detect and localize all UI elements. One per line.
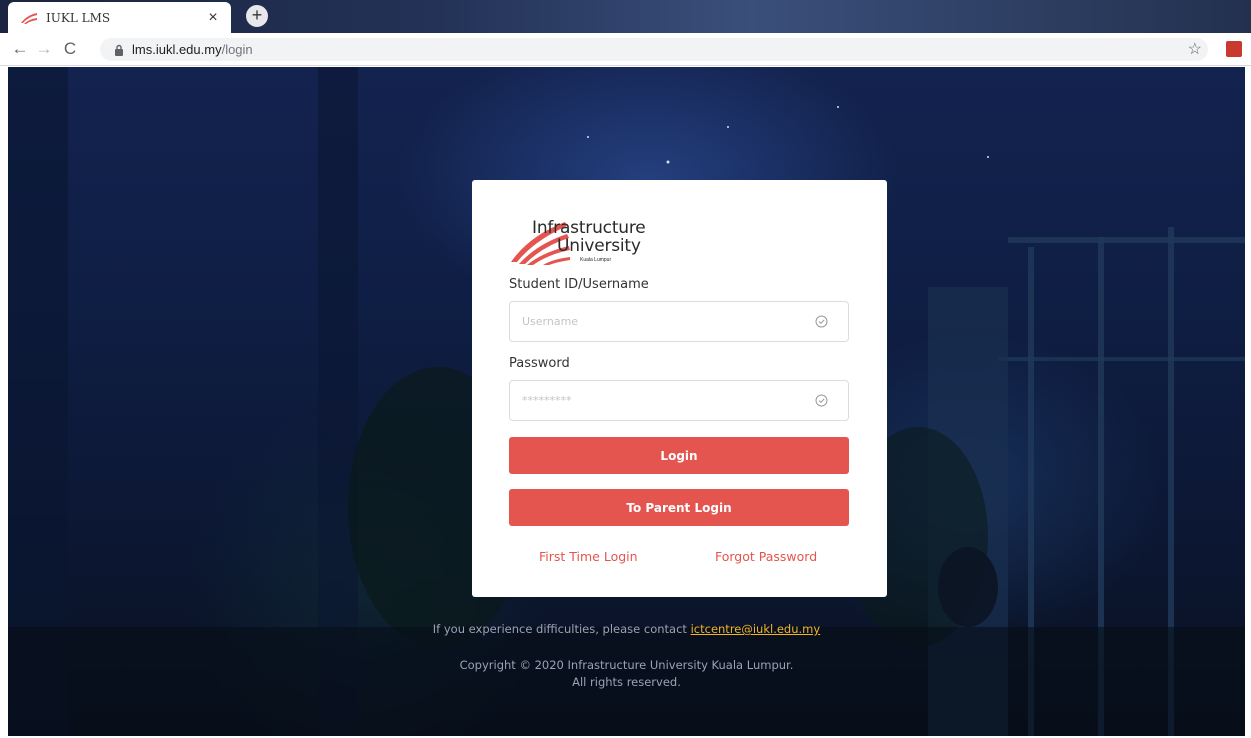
- login-card: Infrastructure University Kuala Lumpur S…: [472, 180, 887, 597]
- logo-line2: University: [557, 236, 641, 256]
- url-path: /login: [221, 42, 253, 57]
- username-field[interactable]: [509, 301, 849, 342]
- iukl-favicon-icon: [21, 12, 37, 24]
- support-email-link[interactable]: ictcentre@iukl.edu.my: [691, 622, 821, 636]
- browser-toolbar: ← → C lms.iukl.edu.my/login ☆: [0, 33, 1251, 66]
- new-tab-button[interactable]: +: [246, 5, 268, 27]
- tab-title: IUKL LMS: [46, 10, 111, 25]
- check-circle-icon: [815, 394, 828, 407]
- bookmark-star-icon[interactable]: ☆: [1188, 39, 1202, 59]
- parent-login-button[interactable]: To Parent Login: [509, 489, 849, 526]
- support-contact-text: If you experience difficulties, please c…: [8, 622, 1245, 636]
- password-label: Password: [509, 356, 570, 371]
- address-bar[interactable]: lms.iukl.edu.my/login ☆: [100, 38, 1208, 61]
- copyright-line2: All rights reserved.: [572, 675, 681, 689]
- first-time-login-link[interactable]: First Time Login: [539, 549, 638, 564]
- username-input[interactable]: [510, 302, 814, 341]
- reload-icon[interactable]: C: [60, 39, 80, 59]
- forward-arrow-icon[interactable]: →: [34, 39, 54, 59]
- browser-tab[interactable]: IUKL LMS ×: [8, 2, 231, 33]
- logo-line3: Kuala Lumpur: [580, 257, 612, 263]
- password-input[interactable]: [510, 381, 814, 420]
- copyright-line1: Copyright © 2020 Infrastructure Universi…: [459, 658, 794, 672]
- url-host: lms.iukl.edu.my: [132, 42, 222, 57]
- login-page: Infrastructure University Kuala Lumpur S…: [8, 67, 1245, 736]
- browser-tabstrip: IUKL LMS × +: [0, 0, 1251, 33]
- check-circle-icon: [815, 315, 828, 328]
- password-field[interactable]: [509, 380, 849, 421]
- username-label: Student ID/Username: [509, 277, 649, 292]
- lock-icon: [115, 44, 123, 56]
- logo-line1: Infrastructure: [532, 218, 646, 238]
- login-button[interactable]: Login: [509, 437, 849, 474]
- forgot-password-link[interactable]: Forgot Password: [715, 549, 817, 564]
- copyright: Copyright © 2020 Infrastructure Universi…: [8, 657, 1245, 691]
- back-arrow-icon[interactable]: ←: [10, 39, 30, 59]
- tab-close-icon[interactable]: ×: [205, 9, 221, 27]
- contact-prefix: If you experience difficulties, please c…: [432, 622, 691, 636]
- extension-icon[interactable]: [1226, 41, 1242, 57]
